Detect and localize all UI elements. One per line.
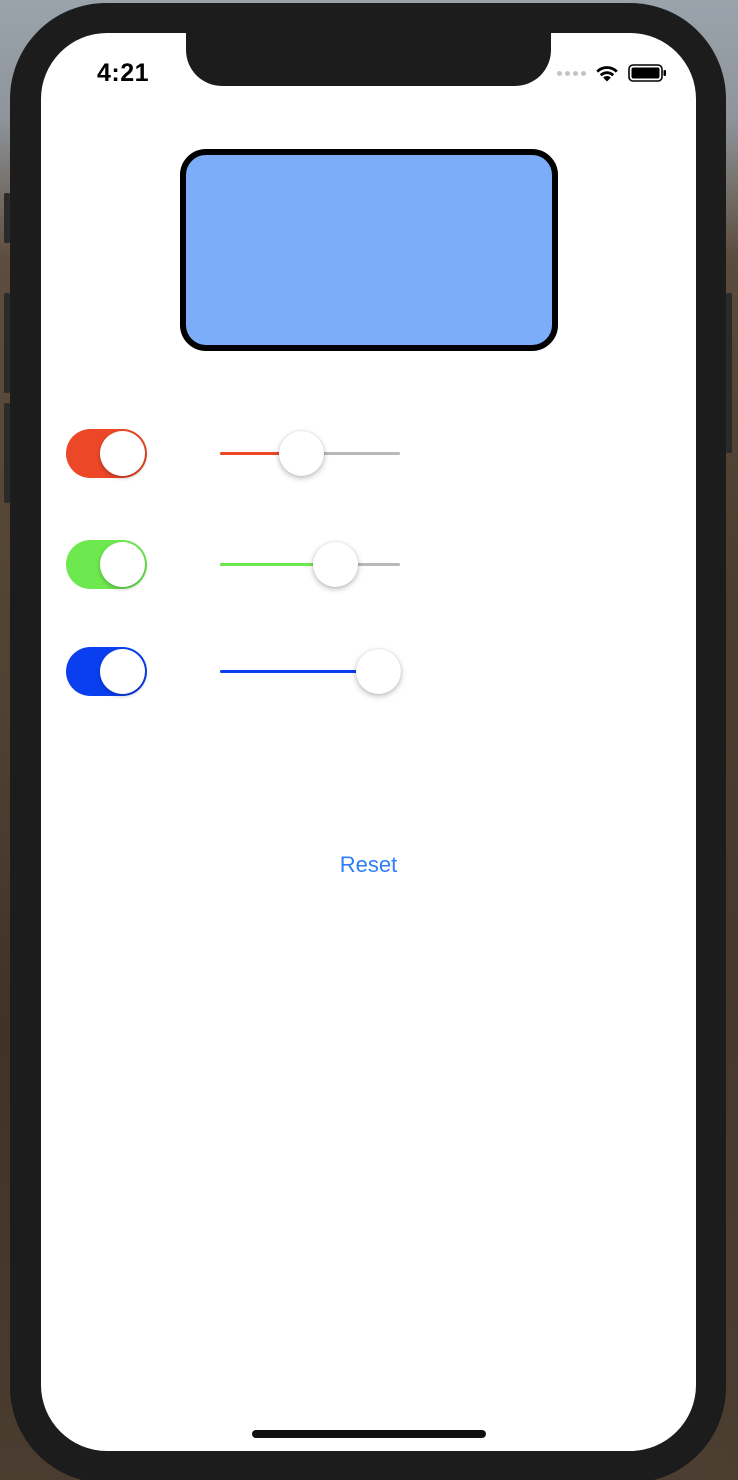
blue-slider[interactable] (220, 645, 402, 697)
green-control-row (66, 538, 466, 590)
device-notch (186, 33, 551, 86)
green-slider-thumb[interactable] (313, 542, 359, 587)
volume-down-button (4, 403, 10, 503)
signal-dots-icon (557, 70, 586, 76)
red-slider[interactable] (220, 427, 400, 479)
color-preview-box (180, 149, 558, 351)
green-toggle[interactable] (66, 540, 147, 589)
red-slider-thumb[interactable] (279, 431, 324, 476)
blue-toggle-knob (100, 649, 145, 694)
blue-slider-fill (220, 670, 379, 673)
app-screen: 4:21 Reset (41, 33, 696, 1451)
home-indicator[interactable] (252, 1430, 486, 1438)
blue-toggle[interactable] (66, 647, 147, 696)
mute-switch (4, 193, 10, 243)
status-indicators (557, 63, 668, 83)
power-button (726, 293, 732, 453)
blue-slider-thumb[interactable] (356, 649, 402, 694)
wifi-icon (596, 66, 618, 82)
battery-icon (628, 64, 666, 82)
status-time: 4:21 (97, 59, 150, 87)
red-control-row (66, 427, 466, 479)
green-slider[interactable] (220, 538, 400, 590)
green-toggle-knob (100, 542, 145, 587)
volume-up-button (4, 293, 10, 393)
blue-control-row (66, 645, 466, 697)
reset-button[interactable]: Reset (41, 851, 696, 879)
red-toggle-knob (100, 431, 145, 476)
red-toggle[interactable] (66, 429, 147, 478)
